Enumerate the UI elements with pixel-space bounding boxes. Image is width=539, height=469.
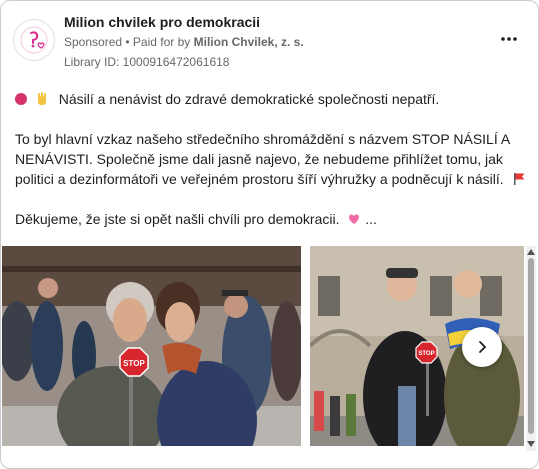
chevron-right-icon xyxy=(479,341,486,353)
media-carousel[interactable]: STOP STOP xyxy=(2,246,524,446)
photo-rally-women: STOP xyxy=(2,246,301,446)
post-paragraph-3: Děkujeme, že jste si opět našli chvíli p… xyxy=(15,209,527,229)
sponsored-label: Sponsored xyxy=(64,35,123,49)
scroll-down-arrow-icon[interactable] xyxy=(526,440,536,448)
raised-hand-emoji-icon xyxy=(37,92,46,105)
page-name-link[interactable]: Milion chvilek pro demokracii xyxy=(64,14,260,30)
sponsored-meta: Sponsored • Paid for by Milion Chvilek, … xyxy=(64,35,304,49)
pink-heart-emoji-icon xyxy=(349,214,360,224)
post-line-1: Násilí a nenávist do zdravé demokratické… xyxy=(15,89,527,109)
post-text-line-1: Násilí a nenávist do zdravé demokratické… xyxy=(58,91,440,107)
more-dots-icon xyxy=(501,37,517,41)
post-text-p2-l2: NENÁVISTI. Společně jsme dali jasně naje… xyxy=(15,151,503,167)
library-id: Library ID: 1000916472061618 xyxy=(64,55,230,69)
stop-sign-text-2: STOP xyxy=(418,351,434,357)
see-more-ellipsis[interactable]: ... xyxy=(365,211,377,227)
logo-icon xyxy=(20,26,48,54)
stop-sign-text-1: STOP xyxy=(123,359,145,368)
carousel-next-button[interactable] xyxy=(462,327,502,367)
page-avatar[interactable] xyxy=(13,19,55,61)
carousel-photo-1[interactable]: STOP xyxy=(2,246,301,446)
more-options-button[interactable] xyxy=(497,29,521,49)
scroll-up-arrow-icon[interactable] xyxy=(526,248,536,256)
carousel-scrollbar[interactable] xyxy=(526,246,536,451)
post-text-p3: Děkujeme, že jste si opět našli chvíli p… xyxy=(15,211,340,227)
scroll-thumb[interactable] xyxy=(528,258,534,434)
post-paragraph-2: To byl hlavní vzkaz našeho středečního s… xyxy=(15,129,527,189)
red-circle-emoji-icon xyxy=(15,93,27,105)
paid-for-prefix: • Paid for by xyxy=(125,35,191,49)
post-text-p2-l3: politici a dezinformátoři ve veřejném pr… xyxy=(15,169,527,189)
paid-by-name: Milion Chvilek, z. s. xyxy=(193,35,304,49)
post-text-p2-l1: To byl hlavní vzkaz našeho středečního s… xyxy=(15,131,511,147)
ad-card: Milion chvilek pro demokracii Sponsored … xyxy=(0,0,539,469)
red-flag-emoji-icon xyxy=(513,173,525,185)
